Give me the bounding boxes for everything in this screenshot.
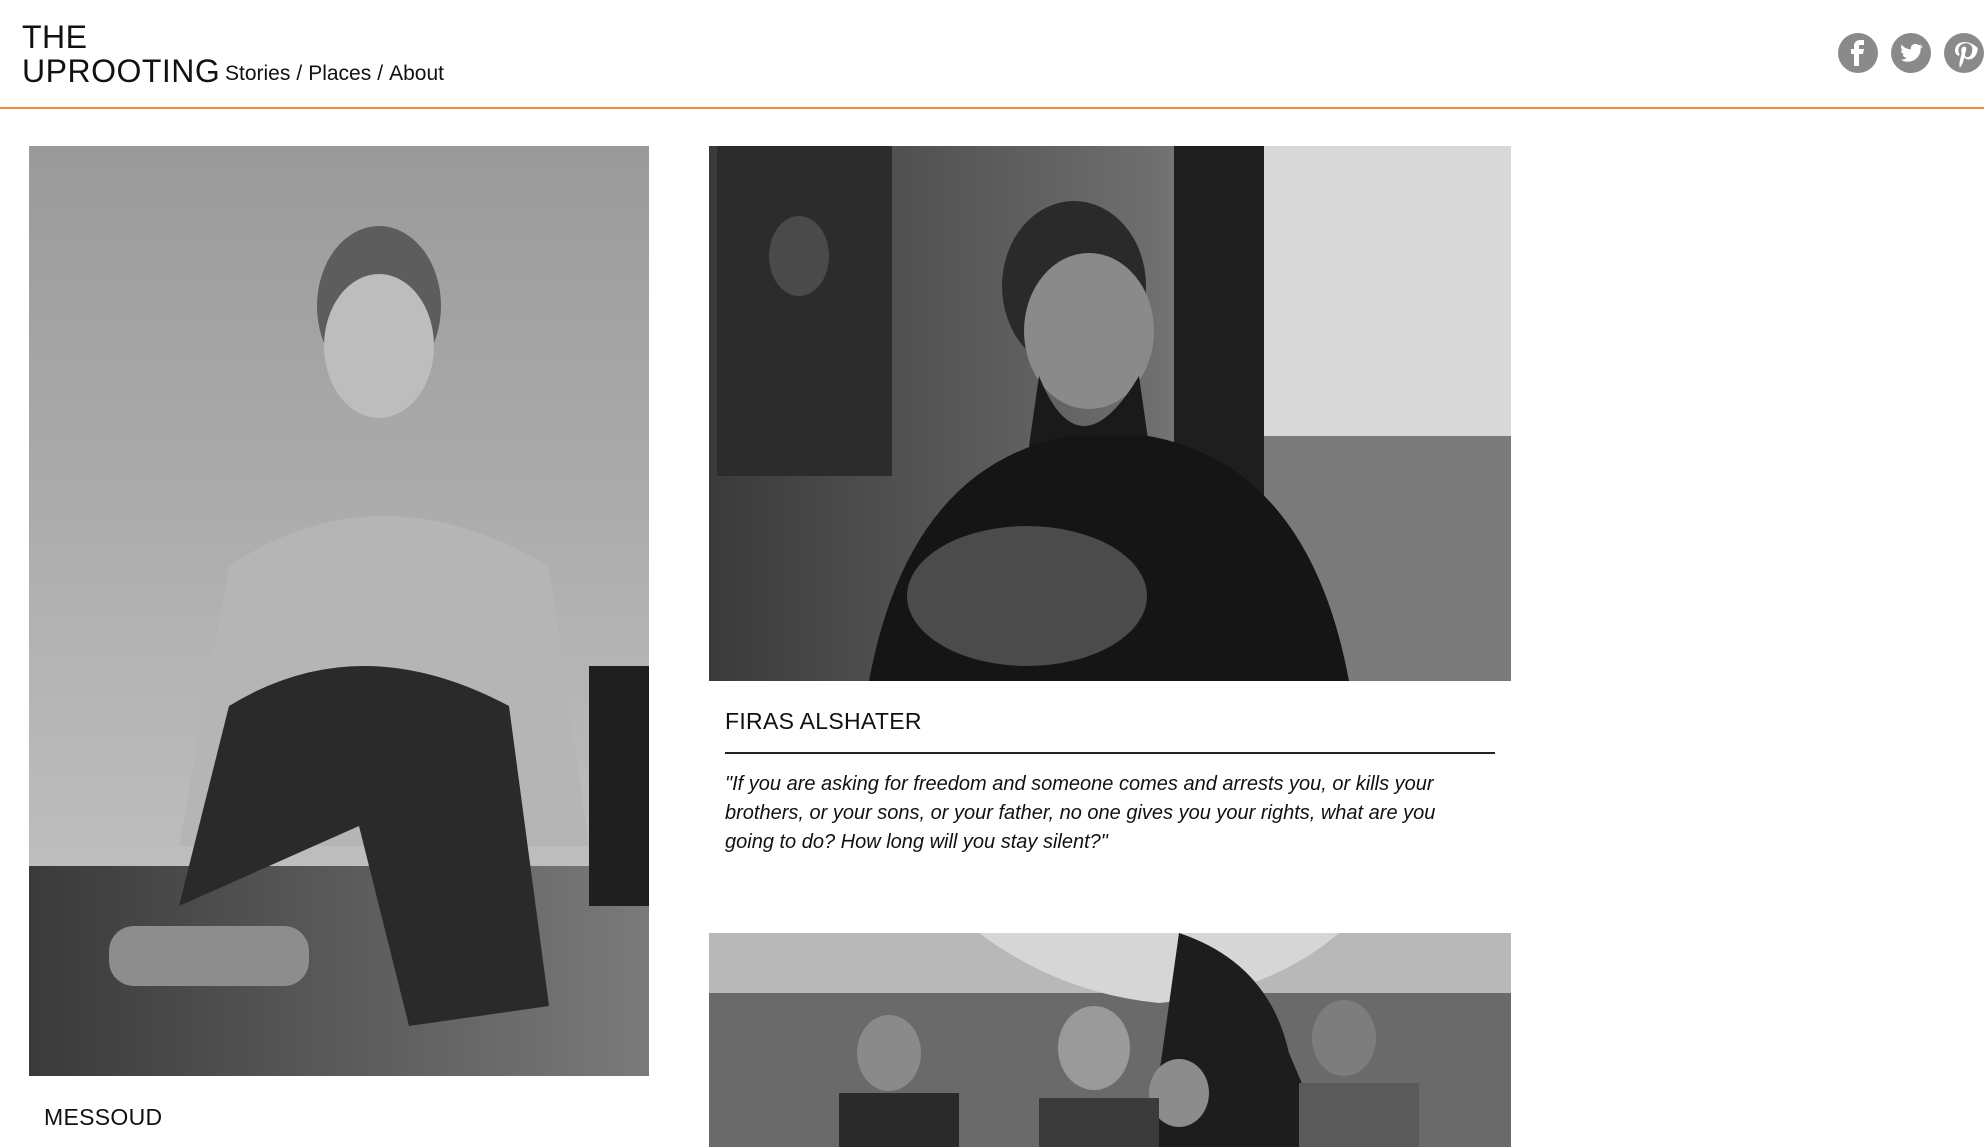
- story-name-messoud[interactable]: MESSOUD: [44, 1104, 162, 1131]
- main-nav: Stories / Places / About: [225, 62, 444, 86]
- nav-stories-link[interactable]: Stories: [225, 62, 290, 85]
- pinterest-icon[interactable]: [1944, 33, 1984, 73]
- facebook-icon[interactable]: [1838, 33, 1878, 73]
- nav-places-link[interactable]: Places: [308, 62, 371, 85]
- nav-about-link[interactable]: About: [389, 62, 444, 85]
- social-links: [1838, 33, 1984, 73]
- twitter-icon[interactable]: [1891, 33, 1931, 73]
- messoud-photo[interactable]: [29, 146, 649, 1076]
- logo-line-2: UPROOTING: [22, 53, 221, 89]
- logo-line-1: THE: [22, 19, 88, 55]
- site-logo[interactable]: THE UPROOTING: [22, 20, 220, 88]
- story-divider: [725, 752, 1495, 754]
- site-header: THE UPROOTING Stories / Places / About: [0, 0, 1984, 109]
- nav-separator: /: [296, 62, 303, 85]
- story-quote-firas-alshater: "If you are asking for freedom and someo…: [725, 773, 1436, 853]
- firas-alshater-photo[interactable]: [709, 146, 1511, 681]
- family-photo[interactable]: [709, 933, 1511, 1147]
- nav-separator: /: [377, 62, 384, 85]
- story-name-firas-alshater[interactable]: FIRAS ALSHATER: [725, 708, 922, 735]
